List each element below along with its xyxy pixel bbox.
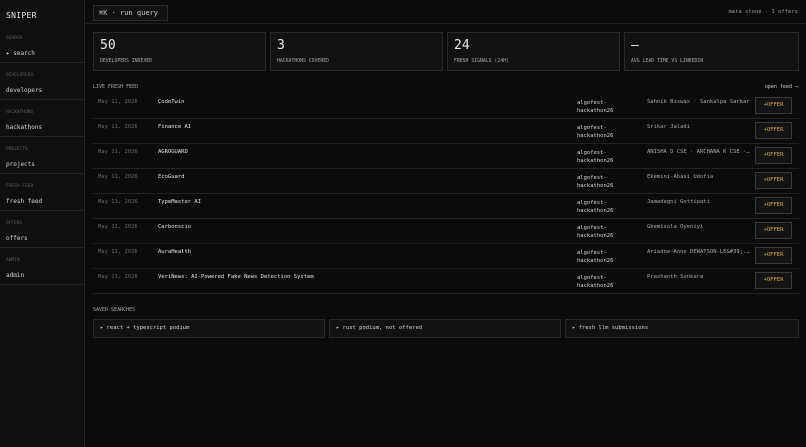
saved-search-item[interactable]: ▸ react + typescript podium: [93, 319, 325, 338]
row-event: algofest-hackathon26: [577, 125, 614, 139]
nav-section-label: OFFERS: [6, 221, 23, 226]
offer-button[interactable]: +OFFER: [755, 222, 792, 239]
stat-card-developers: 50 DEVELOPERS INDEXED: [93, 32, 266, 71]
row-people: Jamadagni Gottipati: [647, 199, 710, 205]
stat-value: —: [631, 38, 639, 53]
brand-logo: SNIPER: [6, 11, 37, 20]
stat-label: FRESH SIGNALS (24H): [454, 59, 509, 64]
sidebar-item-developers[interactable]: developers: [0, 83, 85, 100]
sidebar-item-projects[interactable]: projects: [0, 157, 85, 174]
offer-button[interactable]: +OFFER: [755, 247, 792, 264]
row-event: algofest-hackathon26: [577, 225, 614, 239]
saved-search-item[interactable]: ▸ rust podium, not offered: [329, 319, 561, 338]
table-row: May 11, 2026 VeriNews: AI-Powered Fake N…: [93, 269, 799, 294]
row-title[interactable]: CodeTwin: [158, 99, 185, 105]
saved-searches-title: SAVED SEARCHES: [93, 307, 136, 313]
row-date: May 11, 2026: [98, 124, 138, 130]
row-title[interactable]: AGROGUARD: [158, 149, 188, 155]
row-people: ANISHA D CSE · ARCHANA K CSE · ...: [647, 149, 752, 155]
row-event: algofest-hackathon26: [577, 250, 614, 264]
row-event: algofest-hackathon26: [577, 275, 614, 289]
row-date: May 11, 2026: [98, 99, 138, 105]
row-date: May 11, 2026: [98, 274, 138, 280]
offer-button[interactable]: +OFFER: [755, 122, 792, 139]
nav-section-label: FRESH FEED: [6, 184, 34, 189]
stat-card-signals: 24 FRESH SIGNALS (24H): [447, 32, 620, 71]
offer-button[interactable]: +OFFER: [755, 197, 792, 214]
row-event: algofest-hackathon26: [577, 200, 614, 214]
table-row: May 11, 2026 TypeMaster AI algofest-hack…: [93, 194, 799, 219]
row-date: May 11, 2026: [98, 149, 138, 155]
saved-search-item[interactable]: ▸ fresh llm submissions: [565, 319, 799, 338]
stat-value: 50: [100, 38, 116, 53]
nav-section-label: DEVELOPERS: [6, 73, 34, 78]
row-title[interactable]: EcoGuard: [158, 174, 185, 180]
row-date: May 11, 2026: [98, 174, 138, 180]
stat-value: 3: [277, 38, 285, 53]
row-date: May 11, 2026: [98, 224, 138, 230]
open-feed-link[interactable]: open feed →: [765, 84, 798, 90]
row-date: May 11, 2026: [98, 249, 138, 255]
row-people: Sahnik Biswas · Sankalpa Sarkar: [647, 99, 750, 105]
table-row: May 11, 2026 CodeTwin algofest-hackathon…: [93, 94, 799, 119]
sidebar-item-hackathons[interactable]: hackathons: [0, 120, 85, 137]
row-date: May 11, 2026: [98, 199, 138, 205]
row-people: Prashanth Sunkara: [647, 274, 704, 280]
row-title[interactable]: Carbonscio: [158, 224, 191, 230]
nav-section-label: ADMIN: [6, 258, 20, 263]
row-event: algofest-hackathon26: [577, 150, 614, 164]
nav-section-label: SEARCH: [6, 36, 23, 41]
table-row: May 11, 2026 AGROGUARD algofest-hackatho…: [93, 144, 799, 169]
nav-section-label: PROJECTS: [6, 147, 28, 152]
sidebar-item-admin[interactable]: admin: [0, 268, 85, 285]
stat-label: AVG LEAD TIME VS LINKEDIN: [631, 59, 704, 64]
row-event: algofest-hackathon26: [577, 175, 614, 189]
sidebar-item-offers[interactable]: offers: [0, 231, 85, 248]
row-title[interactable]: VeriNews: AI-Powered Fake News Detection…: [158, 274, 314, 280]
offer-button[interactable]: +OFFER: [755, 97, 792, 114]
topbar: ⌘K · run query mara stone · 1 offers: [86, 0, 806, 24]
row-event: algofest-hackathon26: [577, 100, 614, 114]
row-title[interactable]: AuraHealth: [158, 249, 191, 255]
stat-label: DEVELOPERS INDEXED: [100, 59, 152, 64]
stat-card-lead-time: — AVG LEAD TIME VS LINKEDIN: [624, 32, 799, 71]
row-title[interactable]: Finance AI: [158, 124, 191, 130]
sidebar-item-fresh-feed[interactable]: fresh feed: [0, 194, 85, 211]
offer-button[interactable]: +OFFER: [755, 172, 792, 189]
table-row: May 11, 2026 EcoGuard algofest-hackathon…: [93, 169, 799, 194]
row-people: Ariadne-Anne DEWATSON-LE&#39;...: [647, 249, 752, 255]
row-people: Srikar Jaladi: [647, 124, 691, 130]
table-row: May 11, 2026 AuraHealth algofest-hackath…: [93, 244, 799, 269]
sidebar-item-search[interactable]: ▸ search: [0, 46, 85, 63]
sidebar: SNIPER SEARCH ▸ search DEVELOPERS develo…: [0, 0, 85, 447]
nav-section-label: HACKATHONS: [6, 110, 34, 115]
offer-button[interactable]: +OFFER: [755, 147, 792, 164]
row-people: Ekemini-Abasi Udofia: [647, 174, 714, 180]
feed-title: LIVE FRESH FEED: [93, 84, 139, 90]
offer-button[interactable]: +OFFER: [755, 272, 792, 289]
stat-label: HACKATHONS COVERED: [277, 59, 329, 64]
command-input[interactable]: ⌘K · run query: [93, 5, 168, 21]
table-row: May 11, 2026 Finance AI algofest-hackath…: [93, 119, 799, 144]
row-title[interactable]: TypeMaster AI: [158, 199, 201, 205]
table-row: May 11, 2026 Carbonscio algofest-hackath…: [93, 219, 799, 244]
user-status: mara stone · 1 offers: [728, 9, 798, 15]
main-content: ⌘K · run query mara stone · 1 offers 50 …: [86, 0, 806, 447]
stat-value: 24: [454, 38, 470, 53]
row-people: Gbemisola Oyeniyi: [647, 224, 704, 230]
stat-card-hackathons: 3 HACKATHONS COVERED: [270, 32, 443, 71]
